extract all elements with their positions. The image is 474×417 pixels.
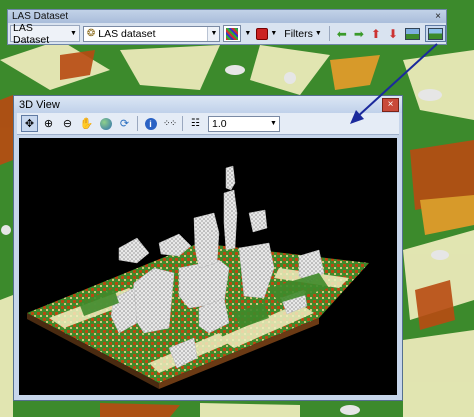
points-icon: ⁘⁘ <box>162 118 177 128</box>
3d-view-window: 3D View × ✥ ⊕ ⊖ ✋ ⟳ i ⁘⁘ ☷ 1.0 ▼ <box>13 95 403 401</box>
chevron-down-icon[interactable]: ▼ <box>207 26 220 41</box>
refresh-tool[interactable]: ⟳ <box>116 115 133 132</box>
filters-button[interactable]: Filters ▼ <box>282 25 324 42</box>
las-dataset-layer-icon: ❂ <box>86 28 96 39</box>
full-extent-icon <box>99 117 112 130</box>
las-dataset-layer-combo[interactable]: ❂ LAS dataset ▼ <box>82 25 221 42</box>
3d-view-toolbar: ✥ ⊕ ⊖ ✋ ⟳ i ⁘⁘ ☷ 1.0 ▼ <box>17 113 399 135</box>
up-arrow-icon: ⬆ <box>370 26 381 41</box>
zoom-out-icon: ⊖ <box>62 118 73 130</box>
toolbar-separator <box>137 116 138 131</box>
left-arrow-icon: ⬅ <box>336 26 347 41</box>
full-extent-tool[interactable] <box>97 115 114 132</box>
point-symbology-button[interactable] <box>223 25 242 42</box>
zoom-in-tool[interactable]: ⊕ <box>40 115 57 132</box>
point-size-tool[interactable]: ☷ <box>187 115 204 132</box>
3d-view-titlebar[interactable]: 3D View × <box>14 96 402 113</box>
pan-tool[interactable]: ✋ <box>78 115 95 132</box>
toolbar-separator <box>328 26 330 41</box>
3d-scene-viewport[interactable] <box>19 138 397 395</box>
info-icon: i <box>144 117 157 130</box>
chevron-down-icon: ▼ <box>270 30 278 37</box>
down-arrow-button[interactable]: ⬇ <box>386 25 400 42</box>
las-dataset-layer-value: LAS dataset <box>98 27 156 40</box>
left-arrow-button[interactable]: ⬅ <box>335 25 349 42</box>
filters-label: Filters <box>284 27 313 40</box>
chevron-down-icon: ▼ <box>314 30 322 37</box>
elevation-icon <box>256 27 269 40</box>
point-size-icon: ☷ <box>191 118 200 129</box>
toolbar-title: LAS Dataset <box>12 11 69 22</box>
zoom-out-tool[interactable]: ⊖ <box>59 115 76 132</box>
toolbar-close-button[interactable]: × <box>432 11 444 22</box>
las-dataset-menu[interactable]: LAS Dataset ▼ <box>10 22 80 46</box>
points-tool[interactable]: ⁘⁘ <box>161 115 178 132</box>
3d-point-cloud-scene <box>27 165 369 389</box>
down-arrow-icon: ⬇ <box>387 26 398 41</box>
profile-view-icon <box>405 27 420 40</box>
refresh-icon: ⟳ <box>119 118 130 130</box>
zoom-in-icon: ⊕ <box>43 118 54 130</box>
toolbar-titlebar[interactable]: LAS Dataset × <box>8 10 446 23</box>
3d-view-icon <box>428 27 443 40</box>
las-dataset-menu-label: LAS Dataset <box>13 21 50 46</box>
right-arrow-icon: ➡ <box>353 26 364 41</box>
chevron-down-icon: ▼ <box>69 30 77 37</box>
point-size-value: 1.0 <box>212 117 227 130</box>
point-size-combo[interactable]: 1.0 ▼ <box>208 115 280 132</box>
chevron-down-icon[interactable]: ▼ <box>244 30 251 37</box>
3d-view-button[interactable] <box>425 25 446 42</box>
navigate-icon: ✥ <box>24 118 35 130</box>
toolbar-separator <box>182 116 183 131</box>
navigate-tool[interactable]: ✥ <box>21 115 38 132</box>
profile-view-button[interactable] <box>403 25 422 42</box>
3d-view-close-button[interactable]: × <box>382 97 399 112</box>
elevation-button[interactable]: ▼ <box>254 25 279 42</box>
right-arrow-button[interactable]: ➡ <box>352 25 366 42</box>
chevron-down-icon[interactable]: ▼ <box>268 116 279 131</box>
las-dataset-toolbar: LAS Dataset × LAS Dataset ▼ ❂ LAS datase… <box>7 9 447 46</box>
3d-view-title: 3D View <box>19 98 60 111</box>
point-symbology-icon <box>226 27 239 40</box>
pan-icon: ✋ <box>79 118 94 130</box>
info-tool[interactable]: i <box>142 115 159 132</box>
up-arrow-button[interactable]: ⬆ <box>369 25 383 42</box>
